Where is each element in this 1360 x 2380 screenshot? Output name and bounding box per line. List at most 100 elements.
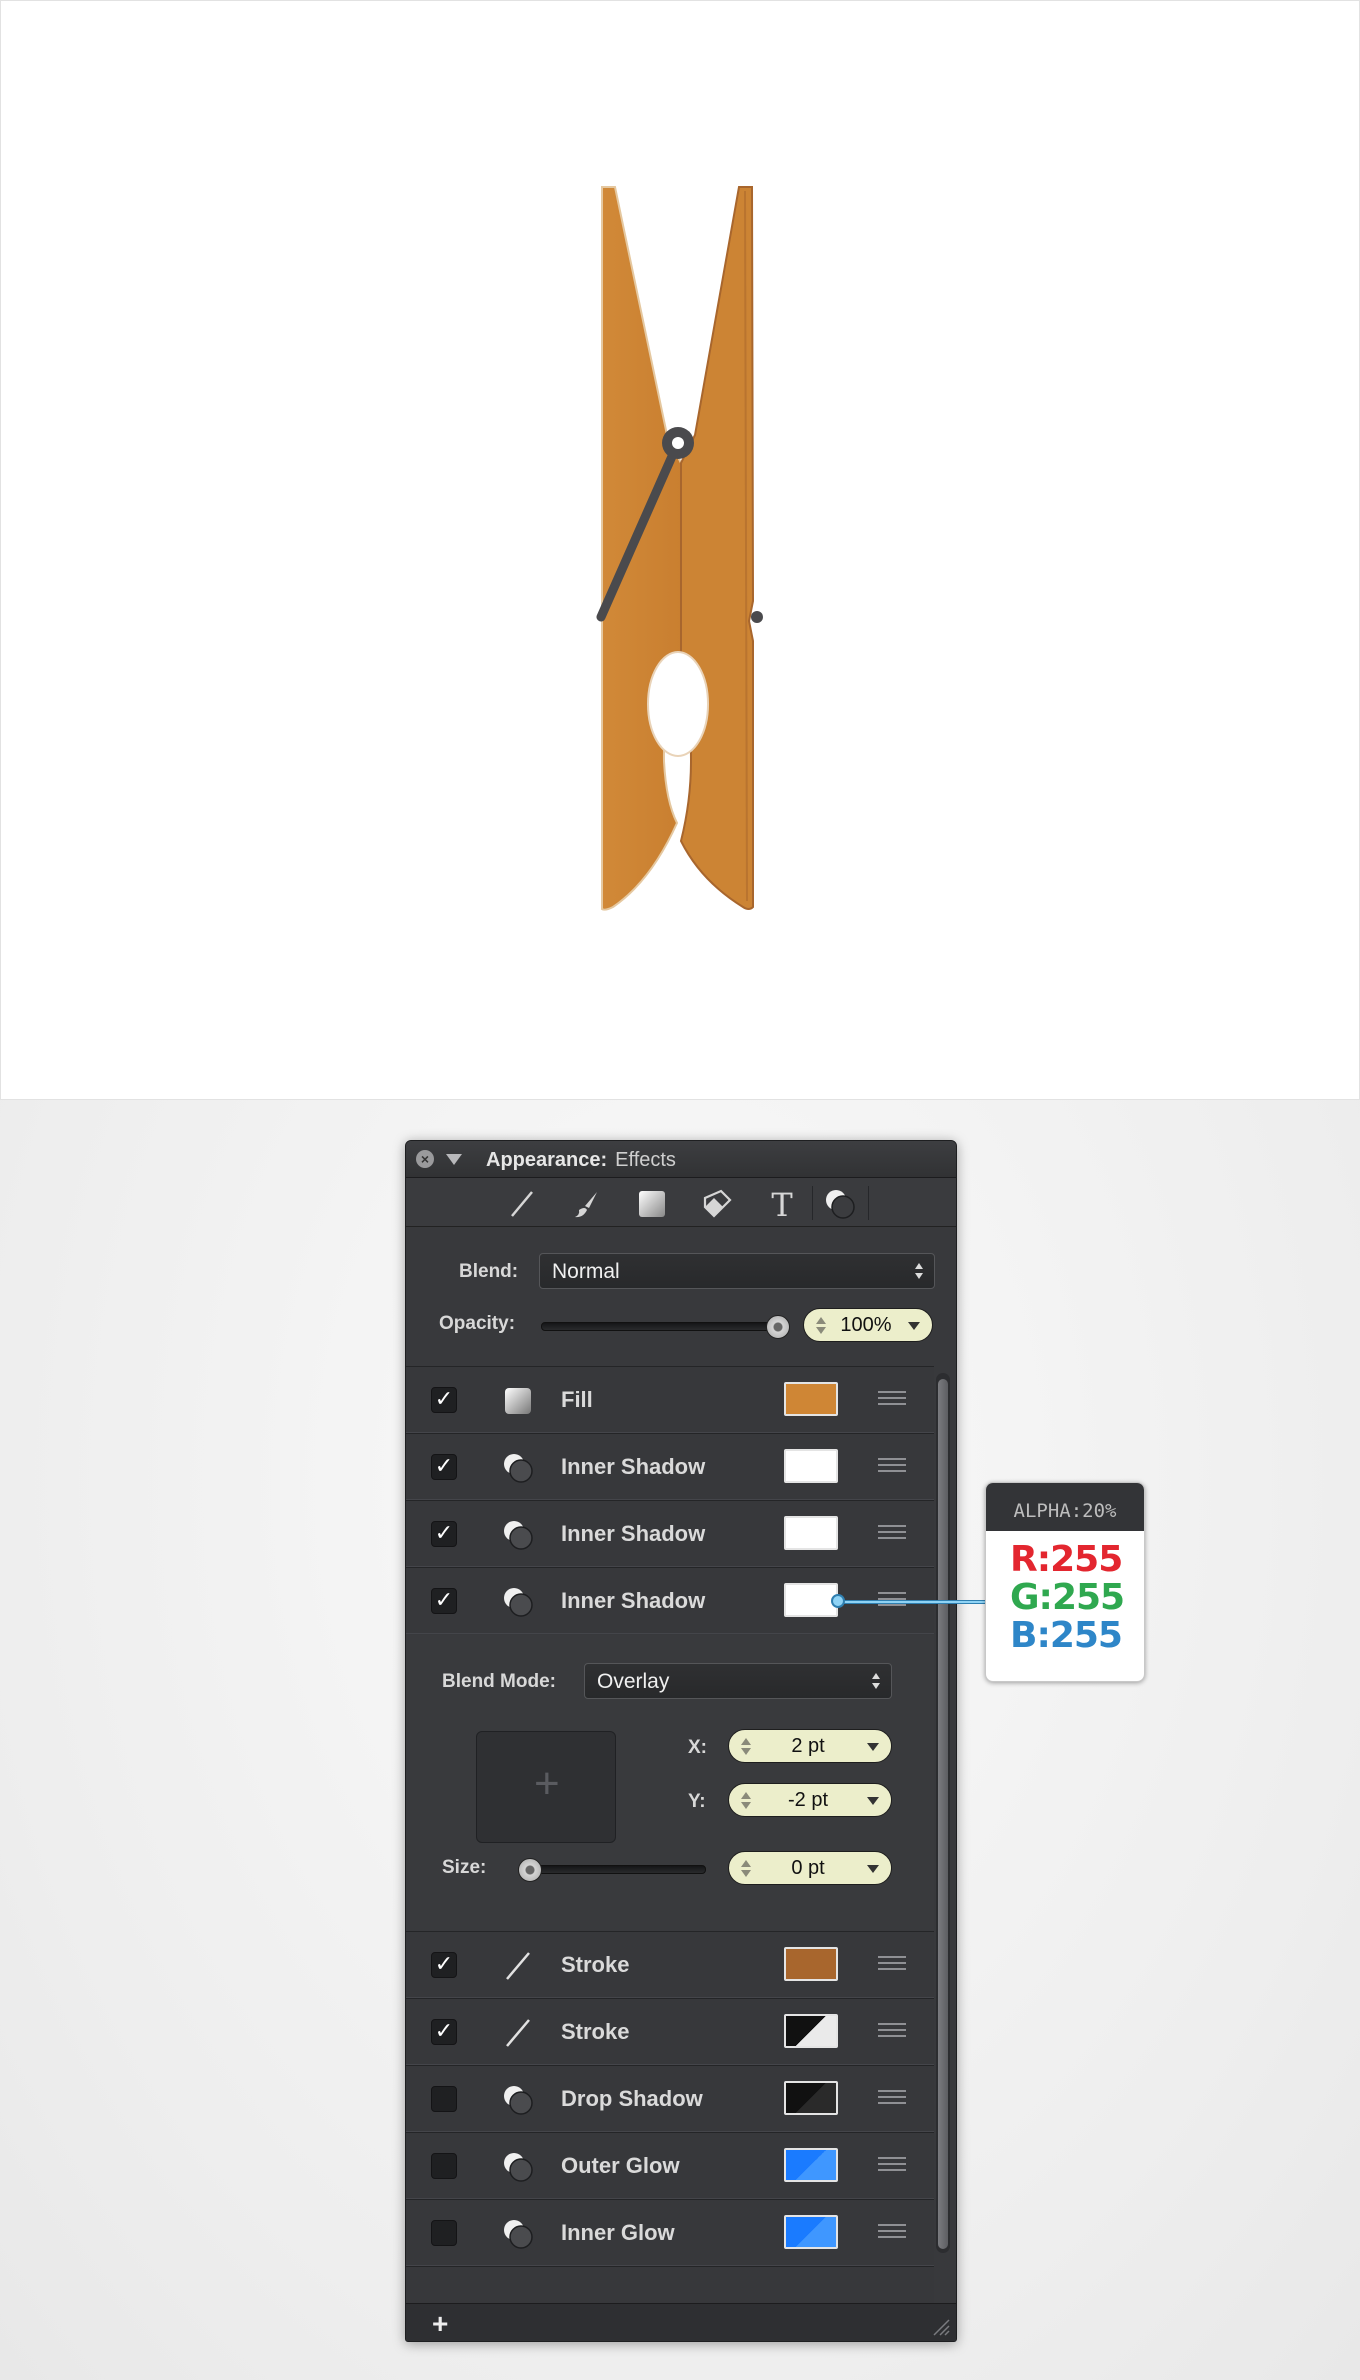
scrollbar-thumb[interactable] [938,1379,948,2249]
fill-tool-icon[interactable] [636,1188,668,1220]
partial-effect-row [406,2266,934,2306]
blend-label: Blend: [459,1261,519,1282]
drag-handle-icon[interactable] [878,1525,906,1543]
drag-handle-icon[interactable] [878,2157,906,2175]
inner-shadow-detail: Blend Mode: Overlay + X: 2 pt Y: -2 pt S… [406,1635,934,1931]
x-stepper[interactable]: 2 pt [728,1729,892,1763]
panel-title-label: Appearance: [486,1149,608,1171]
effect-label: Inner Shadow [561,1521,706,1546]
effect-checkbox[interactable] [431,2153,457,2179]
effects-tool-icon[interactable] [824,1188,856,1220]
size-stepper[interactable]: 0 pt [728,1851,892,1885]
crosshair-icon: + [534,1759,560,1808]
shadow-icon [504,2220,533,2249]
y-value: -2 pt [787,1789,829,1811]
resize-grip-icon[interactable] [932,2318,950,2336]
opacity-slider-track[interactable] [541,1322,779,1331]
chevron-down-icon[interactable] [867,1743,879,1751]
panel-titlebar[interactable]: × Appearance: Effects [406,1141,956,1178]
stepper-arrows-icon[interactable] [741,1790,751,1812]
y-stepper[interactable]: -2 pt [728,1783,892,1817]
effect-row[interactable]: ✓ Fill [406,1366,934,1433]
drag-handle-icon[interactable] [878,2224,906,2242]
callout-connector-dot [831,1594,845,1608]
effect-checkbox[interactable]: ✓ [431,1952,457,1978]
effect-color-swatch[interactable] [784,1947,838,1981]
opacity-stepper[interactable]: 100% [803,1308,933,1342]
fill-icon [505,1388,531,1414]
effect-label: Inner Shadow [561,1454,706,1479]
effect-row[interactable]: Outer Glow [406,2132,934,2199]
toolbar-divider [868,1186,869,1220]
shadow-icon [504,1454,533,1483]
close-icon[interactable]: × [416,1150,434,1168]
dropdown-arrows-icon [871,1670,881,1694]
effect-color-swatch[interactable] [784,2148,838,2182]
blend-value: Normal [552,1260,620,1283]
clothespin-hole [647,651,709,757]
effect-color-swatch[interactable] [784,2081,838,2115]
text-tool-icon[interactable]: T [766,1188,798,1220]
callout-connector-line [833,1600,989,1604]
offset-preview-pad[interactable]: + [476,1731,616,1843]
panel-title: Appearance: Effects [486,1149,676,1172]
appearance-panel: × Appearance: Effects T Blend: Normal Opa… [405,1140,957,2342]
effect-checkbox[interactable]: ✓ [431,1387,457,1413]
effect-color-swatch[interactable] [784,1449,838,1483]
effect-checkbox[interactable] [431,2220,457,2246]
add-effect-button[interactable]: + [432,2308,448,2340]
stepper-arrows-icon[interactable] [741,1858,751,1880]
collapse-triangle-icon[interactable] [446,1154,462,1165]
effect-checkbox[interactable]: ✓ [431,1521,457,1547]
effects-list-lower: ✓ Stroke ✓ Stroke Drop Shadow Outer Glow Inner… [406,1931,934,2306]
line-tool-icon[interactable] [506,1188,538,1220]
color-callout: ALPHA:20% R:255 G:255 B:255 [985,1482,1145,1682]
effect-row[interactable]: ✓ Stroke [406,1931,934,1998]
size-slider-track[interactable] [518,1865,706,1874]
stepper-arrows-icon[interactable] [816,1315,826,1337]
effect-label: Fill [561,1387,593,1412]
callout-blue-value: B:255 [1010,1615,1123,1656]
effect-color-swatch[interactable] [784,1382,838,1416]
effect-color-swatch[interactable] [784,1516,838,1550]
effect-checkbox[interactable] [431,2086,457,2112]
svg-text:T: T [771,1188,793,1220]
effect-checkbox[interactable]: ✓ [431,1454,457,1480]
chevron-down-icon[interactable] [867,1865,879,1873]
opacity-slider-knob[interactable] [766,1315,790,1339]
chevron-down-icon[interactable] [867,1797,879,1805]
brush-tool-icon[interactable] [571,1188,603,1220]
drag-handle-icon[interactable] [878,2090,906,2108]
shadow-icon [504,1588,533,1617]
effect-row[interactable]: ✓ Inner Shadow [406,1500,934,1567]
stepper-arrows-icon[interactable] [741,1736,751,1758]
effect-row[interactable]: Inner Glow [406,2199,934,2266]
shadow-icon [504,2153,533,2182]
drag-handle-icon[interactable] [878,1458,906,1476]
effect-color-swatch[interactable] [784,1583,838,1617]
tag-tool-icon[interactable] [701,1188,733,1220]
size-slider-knob[interactable] [518,1858,542,1882]
clothespin-left-half [601,186,682,911]
effect-row[interactable]: ✓ Stroke [406,1998,934,2065]
stroke-icon [506,2019,530,2047]
effect-row[interactable]: ✓ Inner Shadow [406,1433,934,1500]
chevron-down-icon[interactable] [908,1322,920,1330]
panel-toolbar: T [406,1178,956,1227]
effect-checkbox[interactable]: ✓ [431,1588,457,1614]
size-label: Size: [442,1857,487,1878]
drag-handle-icon[interactable] [878,2023,906,2041]
drag-handle-icon[interactable] [878,1956,906,1974]
effect-row[interactable]: Drop Shadow [406,2065,934,2132]
drag-handle-icon[interactable] [878,1391,906,1409]
size-value: 0 pt [791,1857,825,1879]
effect-checkbox[interactable]: ✓ [431,2019,457,2045]
shadow-icon [504,2086,533,2115]
blend-mode-dropdown[interactable]: Overlay [584,1663,892,1699]
clothespin-illustration[interactable] [1,1,1359,1099]
effects-scrollbar[interactable] [936,1373,950,2253]
effect-color-swatch[interactable] [784,2215,838,2249]
blend-dropdown[interactable]: Normal [539,1253,935,1289]
artboard-canvas[interactable] [0,0,1360,1100]
effect-color-swatch[interactable] [784,2014,838,2048]
